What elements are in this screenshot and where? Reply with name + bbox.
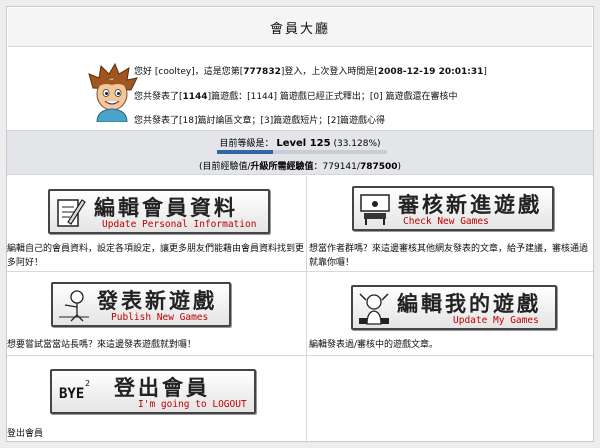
svg-text:2: 2 xyxy=(85,379,90,388)
edit-my-games-button[interactable]: 編輯我的遊戲 Update My Games xyxy=(351,285,557,330)
logout-title: 登出會員 xyxy=(114,376,210,400)
publish-game-title: 發表新遊戲 xyxy=(97,289,217,313)
pencil-paper-icon xyxy=(57,199,86,227)
logout-desc: 登出會員 xyxy=(7,429,44,439)
edit-games-desc: 編輯發表過/審核中的遊戲文章。 xyxy=(309,340,439,350)
level-progress-fill xyxy=(217,150,274,154)
cell-publish-game: 發表新遊戲 Publish New Games 想要嘗試當當站長嗎？來這邊發表遊… xyxy=(7,272,307,356)
check-new-games-button[interactable]: 審核新進遊戲 Check New Games xyxy=(352,186,554,231)
user-info: 您好 [cooltey]，這是您第[777832]登入，上次登入時間是[2008… xyxy=(7,48,593,130)
level-value: Level 125 xyxy=(276,138,331,149)
cell-check-games: 審核新進遊戲 Check New Games 想當作者群嗎？來這邊審核其他網友發… xyxy=(307,176,593,272)
member-lobby-panel: 會員大廳 您好 [cooltey]，這是您第[777832]登入，上次登入時間是… xyxy=(6,6,594,443)
stick-figure-icon xyxy=(59,290,89,322)
level-line: 目前等級是： Level 125 (33.128%) xyxy=(219,138,381,149)
logout-subtitle: I'm going to LOGOUT xyxy=(138,399,247,410)
desk-screen-icon xyxy=(360,194,390,225)
login-count: 777832 xyxy=(243,67,281,77)
level-progress-bar xyxy=(217,150,387,154)
cell-edit-games: 編輯我的遊戲 Update My Games 編輯發表過/審核中的遊戲文章。 xyxy=(307,272,593,356)
publish-game-desc: 想要嘗試當當站長嗎？來這邊發表遊戲就對囉！ xyxy=(7,340,197,350)
games-stats-line: 您共發表了[1144]篇遊戲：[1144] 篇遊戲已經正式釋出；[0] 篇遊戲還… xyxy=(134,91,458,102)
level-box: 目前等級是： Level 125 (33.128%) (目前經驗值/升級所需經驗… xyxy=(7,130,593,175)
edit-profile-button[interactable]: 編輯會員資料 Update Personal Information xyxy=(48,189,270,234)
edit-games-title: 編輯我的遊戲 xyxy=(397,292,541,316)
level-percent: (33.128%) xyxy=(333,139,381,149)
check-games-desc: 想當作者群嗎？來這邊審核其他網友發表的文章，給予建議，審核通過就靠你囉！ xyxy=(309,244,589,268)
cell-empty xyxy=(307,356,593,443)
check-games-subtitle: Check New Games xyxy=(403,216,489,227)
edit-profile-desc: 編輯自己的會員資料，設定各項設定，讓更多朋友們能藉由會員資料找到更多阿好！ xyxy=(7,244,305,268)
thinking-figure-icon xyxy=(359,293,389,325)
edit-games-subtitle: Update My Games xyxy=(453,315,539,326)
edit-profile-title: 編輯會員資料 xyxy=(94,196,238,220)
exp-required: 787500 xyxy=(359,162,398,172)
cell-logout: BYE 2 登出會員 I'm going to LOGOUT 登出會員 xyxy=(7,356,307,443)
exp-current: 779141 xyxy=(322,162,357,172)
publish-new-game-button[interactable]: 發表新遊戲 Publish New Games xyxy=(51,282,231,327)
exp-line: (目前經驗值/升級所需經驗值：779141/787500) xyxy=(198,162,402,172)
edit-profile-subtitle: Update Personal Information xyxy=(102,219,257,230)
publish-game-subtitle: Publish New Games xyxy=(111,312,209,323)
greeting-line: 您好 [cooltey]，這是您第[777832]登入，上次登入時間是[2008… xyxy=(134,67,487,77)
logout-button[interactable]: BYE 2 登出會員 I'm going to LOGOUT xyxy=(50,369,256,414)
bye-icon-text: BYE xyxy=(59,386,84,402)
bye-icon: BYE 2 xyxy=(59,379,90,402)
check-games-title: 審核新進遊戲 xyxy=(398,193,542,217)
user-avatar-icon xyxy=(88,62,138,122)
action-grid: 編輯會員資料 Update Personal Information 編輯自己的… xyxy=(7,176,593,443)
last-login-time: 2008-12-19 20:01:31 xyxy=(377,67,484,77)
page-title: 會員大廳 xyxy=(8,8,592,47)
cell-edit-profile: 編輯會員資料 Update Personal Information 編輯自己的… xyxy=(7,176,307,272)
username: cooltey xyxy=(158,67,192,77)
